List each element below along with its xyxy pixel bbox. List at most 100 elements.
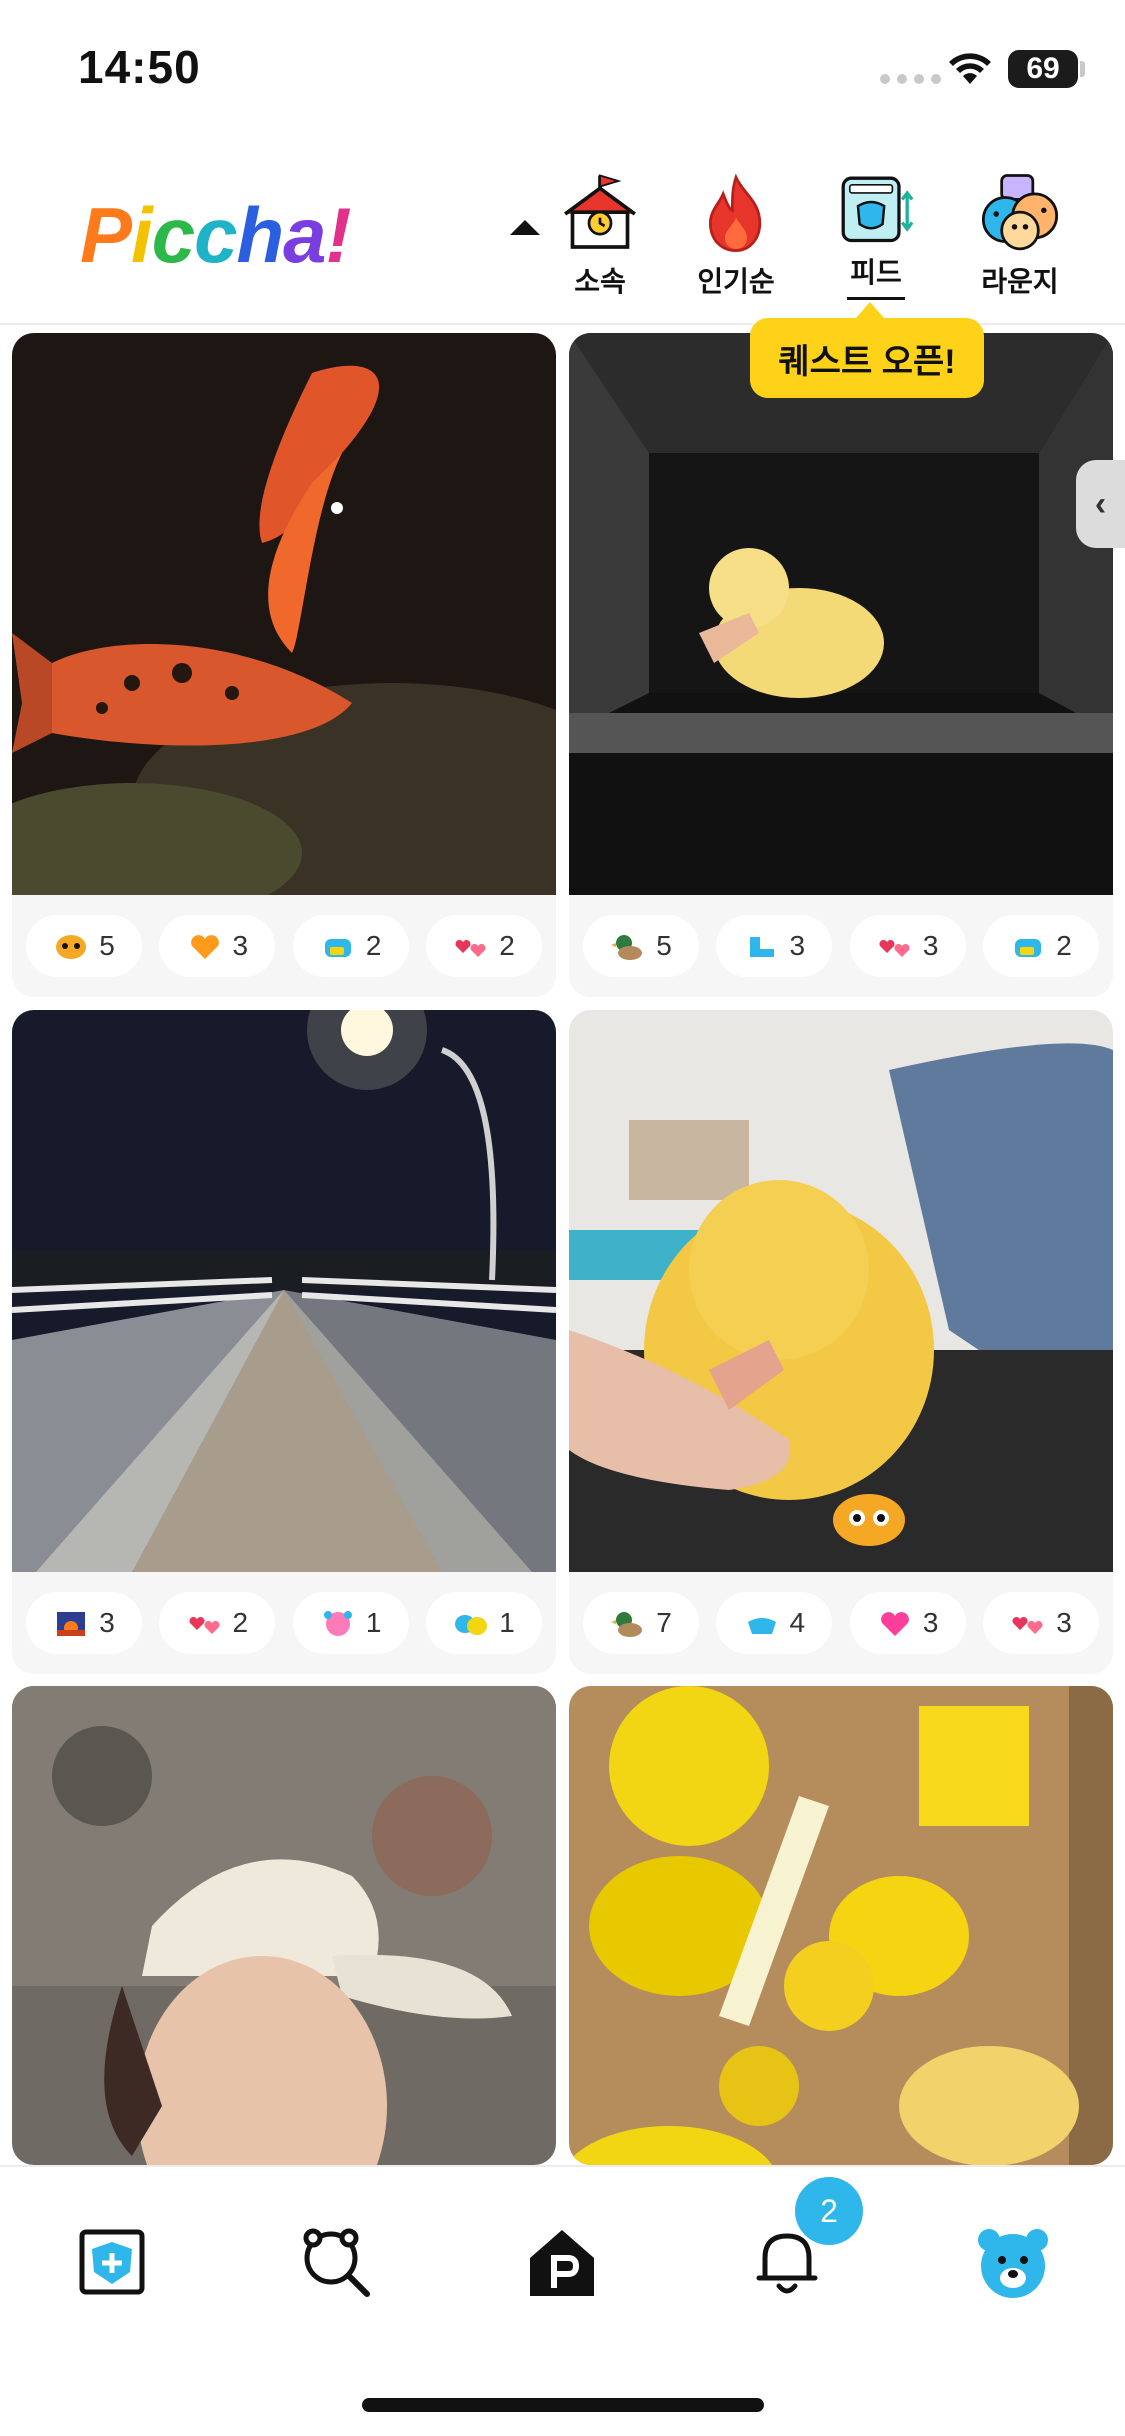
bottom-tab-bar xyxy=(0,2165,1125,2436)
reaction-chip[interactable]: 3 xyxy=(26,1592,142,1654)
reaction-count: 1 xyxy=(365,1607,382,1638)
feed-card[interactable] xyxy=(12,1686,556,2165)
reaction-chip[interactable]: 5 xyxy=(583,915,699,977)
reaction-count: 2 xyxy=(1056,930,1072,961)
status-bar: 14:50 69 xyxy=(0,0,1125,140)
tab-lounge[interactable]: 라운지 xyxy=(960,170,1080,300)
reaction-chip[interactable]: 3 xyxy=(159,915,276,977)
reaction-count: 3 xyxy=(922,930,939,961)
reaction-count: 3 xyxy=(922,1607,939,1638)
blue-hands-icon xyxy=(747,1618,776,1634)
quest-tooltip[interactable]: 퀘스트 오픈! xyxy=(750,302,984,398)
orange-heart-icon xyxy=(190,935,219,959)
blue-cat-icon xyxy=(324,939,351,957)
reaction-chip[interactable]: 5 xyxy=(26,915,142,977)
feed-icon xyxy=(841,176,914,243)
reaction-chip[interactable]: 3 xyxy=(849,1592,966,1654)
night-bridge-photo[interactable] xyxy=(12,1010,556,1572)
reaction-count: 2 xyxy=(232,1607,249,1638)
chevron-left-icon: ‹ xyxy=(1094,484,1107,523)
reaction-chip[interactable]: 7 xyxy=(583,1592,699,1654)
reaction-chip[interactable]: 1 xyxy=(292,1592,409,1654)
feed-card[interactable] xyxy=(569,1686,1113,2165)
logo-letter: i xyxy=(131,191,153,279)
reaction-chip[interactable]: 3 xyxy=(849,915,966,977)
duck-icon xyxy=(611,935,643,960)
tab-lounge-label: 라운지 xyxy=(981,266,1059,297)
reaction-chip[interactable]: 2 xyxy=(425,915,542,977)
reaction-count: 7 xyxy=(656,1607,672,1638)
battery-indicator: 69 xyxy=(1008,50,1078,88)
piccha-logo[interactable]: Piccha! xyxy=(80,190,352,281)
reaction-bar: 7 4 3 3 xyxy=(569,1572,1113,1674)
pink-heart-icon xyxy=(880,1612,909,1636)
tab-feed-underline xyxy=(847,296,905,300)
feed-card[interactable]: 3 2 1 1 xyxy=(12,1010,556,1674)
tab-home[interactable] xyxy=(517,2217,607,2307)
lounge-icon xyxy=(981,174,1059,251)
tab-feed[interactable]: 피드 xyxy=(816,170,936,300)
school-icon xyxy=(564,174,636,249)
home-indicator xyxy=(362,2398,764,2412)
tab-popular[interactable]: 인기순 xyxy=(676,170,796,300)
tab-upload[interactable] xyxy=(67,2217,157,2307)
reaction-chip[interactable]: 4 xyxy=(716,1592,833,1654)
logo-letter: P xyxy=(80,191,132,279)
logo-letter: c xyxy=(151,191,195,279)
wifi-icon xyxy=(949,53,991,84)
blue-boots-icon xyxy=(749,937,774,957)
reaction-chip[interactable]: 1 xyxy=(425,1592,542,1654)
person-with-cap-photo[interactable] xyxy=(12,1686,556,2165)
reaction-chip[interactable]: 2 xyxy=(159,1592,276,1654)
duckling-in-hand-photo[interactable] xyxy=(569,1010,1113,1572)
reaction-bar: 5 3 3 2 xyxy=(569,895,1113,997)
reaction-count: 3 xyxy=(99,1607,115,1638)
cat-face-icon xyxy=(56,935,87,959)
notification-badge: 2 xyxy=(795,2177,863,2245)
duckling-in-shelf-photo[interactable] xyxy=(569,333,1113,895)
profile-bear-icon xyxy=(978,2229,1048,2298)
logo-letter: a xyxy=(283,191,326,279)
logo-letter: ! xyxy=(325,191,352,279)
upload-icon xyxy=(79,2229,145,2295)
cellular-signal-icon xyxy=(880,74,941,84)
koi-fish-photo[interactable] xyxy=(12,333,556,895)
blue-yellow-cats-icon xyxy=(455,1615,488,1635)
reaction-count: 2 xyxy=(365,930,382,961)
fire-icon xyxy=(708,173,762,253)
feed-card[interactable]: 5 3 2 2 xyxy=(12,333,556,997)
app-header: Piccha! 소속 인기순 피드 라운지 xyxy=(0,150,1125,325)
logo-letter: h xyxy=(236,191,284,279)
feed-card[interactable]: 7 4 3 3 xyxy=(569,1010,1113,1674)
reaction-count: 5 xyxy=(656,930,672,961)
cat-sticker xyxy=(833,1494,905,1546)
status-time: 14:50 xyxy=(78,41,201,93)
reaction-bar: 5 3 2 2 xyxy=(12,895,556,997)
reaction-count: 5 xyxy=(99,930,115,961)
tab-popular-label: 인기순 xyxy=(697,266,775,297)
sunset-icon xyxy=(57,1612,86,1636)
reaction-chip[interactable]: 2 xyxy=(292,915,409,977)
pink-bear-icon xyxy=(323,1611,352,1636)
tab-affiliation[interactable]: 소속 xyxy=(540,170,660,300)
home-icon xyxy=(530,2230,594,2296)
battery-cap xyxy=(1080,61,1085,77)
pink-hearts-icon xyxy=(879,939,910,957)
reaction-chip[interactable]: 3 xyxy=(716,915,833,977)
reaction-count: 3 xyxy=(232,930,249,961)
yellow-toys-box-photo[interactable] xyxy=(569,1686,1113,2165)
feed-card[interactable]: 5 3 3 2 xyxy=(569,333,1113,997)
tab-search[interactable] xyxy=(292,2217,382,2307)
tab-profile[interactable] xyxy=(968,2217,1058,2307)
search-icon xyxy=(303,2228,370,2297)
caret-up-icon[interactable] xyxy=(510,220,540,235)
reaction-bar: 3 2 1 1 xyxy=(12,1572,556,1674)
reaction-count: 3 xyxy=(789,930,806,961)
side-panel-handle[interactable]: ‹ xyxy=(1076,460,1125,548)
reaction-count: 3 xyxy=(1056,1607,1072,1638)
duck-icon xyxy=(611,1612,643,1637)
reaction-chip[interactable]: 2 xyxy=(982,915,1099,977)
reaction-chip[interactable]: 3 xyxy=(982,1592,1099,1654)
logo-letter: c xyxy=(194,191,237,279)
pink-hearts-icon xyxy=(189,1616,220,1634)
